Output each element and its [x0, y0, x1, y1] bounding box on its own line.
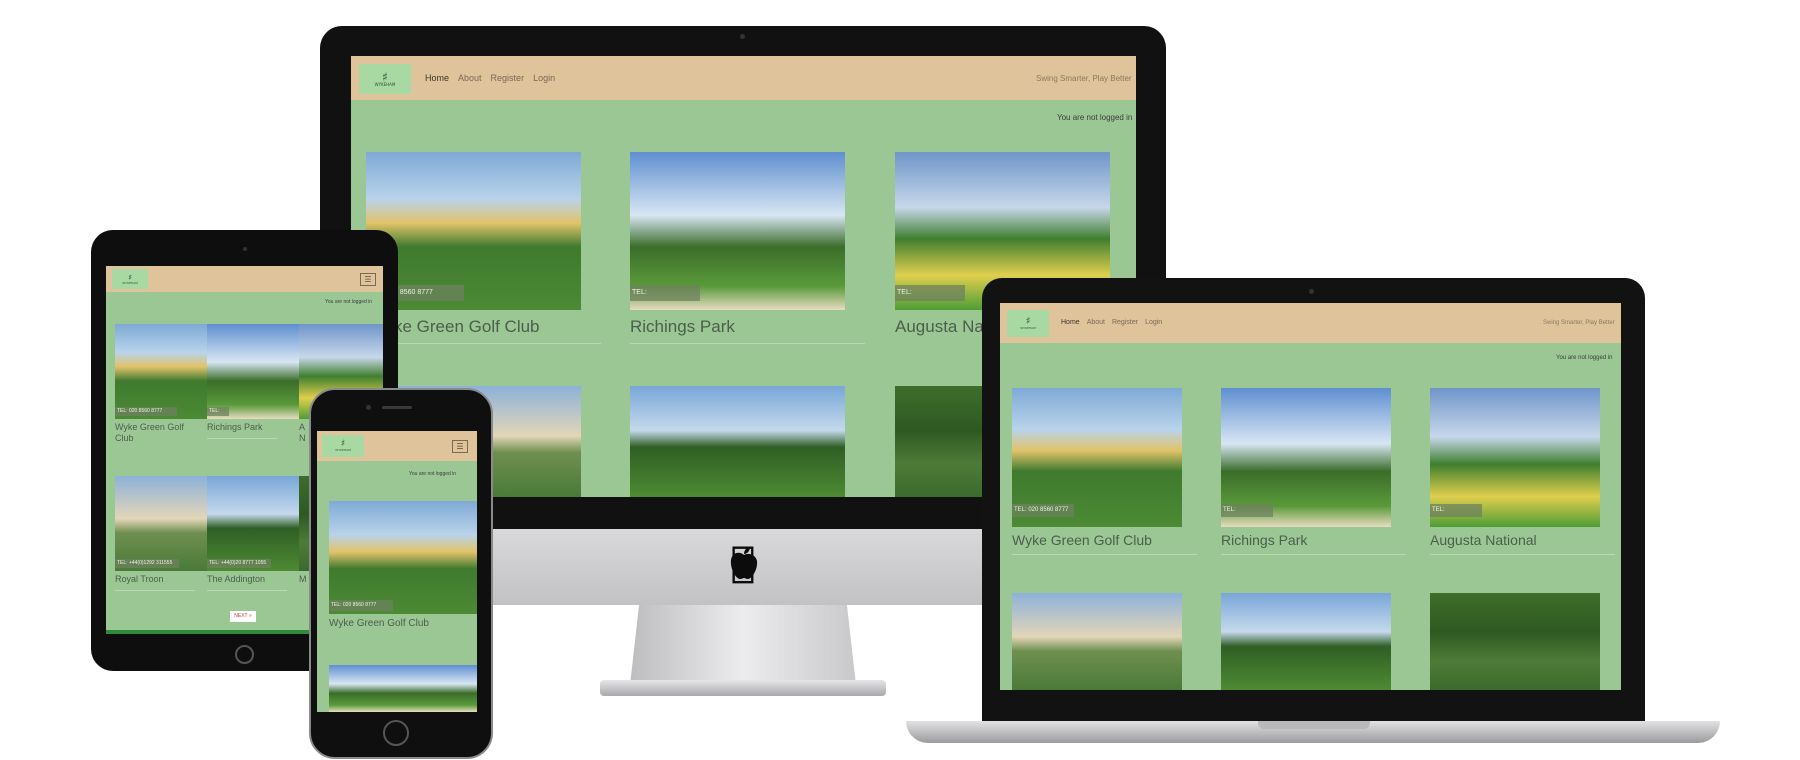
course-photo [1012, 593, 1182, 690]
course-photo [207, 476, 299, 571]
laptop-camera [1309, 289, 1314, 294]
imac-stand-base [600, 680, 886, 696]
nav-about[interactable]: About [1087, 319, 1105, 326]
course-photo [115, 476, 207, 571]
course-tel: TEL: 020 8560 8777 [329, 600, 393, 611]
site-logo[interactable]: ♯ WYKEHAM [359, 64, 411, 94]
course-name: Augusta Na [895, 317, 984, 336]
navbar: ♯ WYKEHAM Home About Register Login Swin… [351, 56, 1136, 100]
course-name: Wyke Green Golf Club [115, 422, 184, 443]
course-card[interactable] [1430, 593, 1600, 690]
laptop-hinge-notch [1258, 721, 1370, 729]
laptop-screen: ♯ WYKEHAM Home About Register Login Swin… [1000, 303, 1621, 690]
logo-text: WYKEHAM [335, 448, 351, 452]
nav-register[interactable]: Register [491, 73, 525, 83]
login-status: You are not logged in [325, 299, 373, 305]
course-tel: TEL: [1430, 504, 1482, 517]
nav-home[interactable]: Home [425, 73, 449, 83]
course-card[interactable] [630, 386, 845, 497]
course-photo [1430, 593, 1600, 690]
nav-login[interactable]: Login [1145, 319, 1162, 326]
course-tel: TEL: +44(0)20 8777 1055 [207, 559, 271, 568]
course-card[interactable]: TEL: +44(0)1292 311555 [115, 476, 207, 571]
course-name: Wyke Green Golf Club [1012, 532, 1152, 548]
course-card[interactable] [1221, 593, 1391, 690]
divider [1430, 554, 1615, 555]
imac-stand [630, 605, 856, 685]
logo-text: WYKEHAM [122, 280, 138, 285]
course-photo [207, 324, 299, 419]
course-name: Richings Park [630, 317, 735, 336]
login-status: You are not logged in [1057, 113, 1133, 122]
tagline: Swing Smarter, Play Better [1036, 74, 1132, 83]
course-name: Richings Park [1221, 532, 1308, 548]
course-card[interactable]: TEL: 020 8560 8777 Wyke Green Golf Club [329, 501, 477, 629]
course-name: A N [299, 422, 306, 443]
course-tel: TEL: [207, 407, 229, 416]
logo-text: WYKEHAM [374, 82, 396, 87]
divider [1221, 554, 1406, 555]
course-card[interactable]: TEL: +44(0)20 8777 1055 [207, 476, 299, 571]
divider [366, 343, 601, 344]
course-photo [1221, 593, 1391, 690]
site-logo[interactable]: ♯ WYKEHAM [1007, 310, 1049, 337]
course-name: Richings Park [207, 422, 263, 432]
nav-home[interactable]: Home [1061, 319, 1080, 326]
course-tel: TEL: [895, 285, 965, 301]
login-status: You are not logged in [409, 471, 457, 477]
nav-login[interactable]: Login [533, 73, 555, 83]
divider [115, 590, 195, 591]
divider [207, 590, 287, 591]
nav-about[interactable]: About [458, 73, 482, 83]
divider [1012, 554, 1197, 555]
course-name: The Addington [207, 574, 266, 584]
course-photo [329, 501, 477, 614]
course-card[interactable]: TEL: Richings Park [630, 152, 865, 352]
nav-register[interactable]: Register [1112, 319, 1138, 326]
course-photo [630, 386, 845, 497]
hamburger-icon[interactable]: ☰ [452, 440, 468, 453]
tablet-camera [243, 247, 247, 251]
divider [207, 438, 277, 439]
course-tel: TEL: 020 8560 8777 [1012, 504, 1074, 517]
course-card[interactable]: TEL: 020 8560 8777 [115, 324, 207, 419]
course-name: Wyke Green Golf Club [329, 618, 429, 629]
course-card[interactable]: 0 8560 8777 ke Green Golf Club [366, 152, 601, 352]
site-logo[interactable]: ♯ WYKEHAM [112, 269, 148, 289]
tagline: Swing Smarter, Play Better [1543, 320, 1615, 326]
apple-logo-icon [726, 545, 762, 585]
course-tel: TEL: 020 8560 8777 [115, 407, 177, 416]
course-tel: TEL: [1221, 504, 1273, 517]
course-tel: TEL: +44(0)1292 311555 [115, 559, 179, 568]
navbar: ♯ WYKEHAM ☰ [106, 266, 383, 292]
logo-text: WYKEHAM [1020, 326, 1036, 330]
phone-home-button[interactable] [383, 720, 409, 746]
imac-camera [740, 34, 745, 39]
phone-camera [366, 405, 371, 410]
login-status: You are not logged in [1556, 355, 1613, 361]
phone-screen: ♯ WYKEHAM ☰ You are not logged in TEL: 0… [317, 431, 477, 712]
site-logo[interactable]: ♯ WYKEHAM [322, 435, 364, 457]
nav-links: Home About Register Login [1061, 319, 1162, 326]
next-button[interactable]: NEXT » [230, 611, 256, 622]
course-name: Augusta National [1430, 532, 1537, 548]
course-name: Royal Troon [115, 574, 164, 584]
tablet-home-button[interactable] [235, 645, 254, 664]
course-card[interactable]: TEL: [207, 324, 299, 419]
course-card[interactable]: TEL: 020 8560 8777 Wyke Green Golf Club [1012, 388, 1197, 558]
course-card[interactable] [329, 665, 477, 712]
course-photo [115, 324, 207, 419]
navbar: ♯ WYKEHAM Home About Register Login Swin… [1000, 303, 1621, 343]
navbar: ♯ WYKEHAM ☰ [317, 431, 477, 461]
nav-links: Home About Register Login [425, 73, 555, 83]
divider [630, 343, 865, 344]
course-photo [329, 665, 477, 712]
course-card[interactable]: TEL: Richings Park [1221, 388, 1406, 558]
course-tel: TEL: [630, 285, 700, 301]
hamburger-icon[interactable]: ☰ [360, 273, 376, 286]
phone-speaker [382, 406, 412, 409]
course-card[interactable] [1012, 593, 1182, 690]
course-card[interactable]: TEL: Augusta National [1430, 388, 1615, 558]
course-name: M [299, 574, 307, 584]
